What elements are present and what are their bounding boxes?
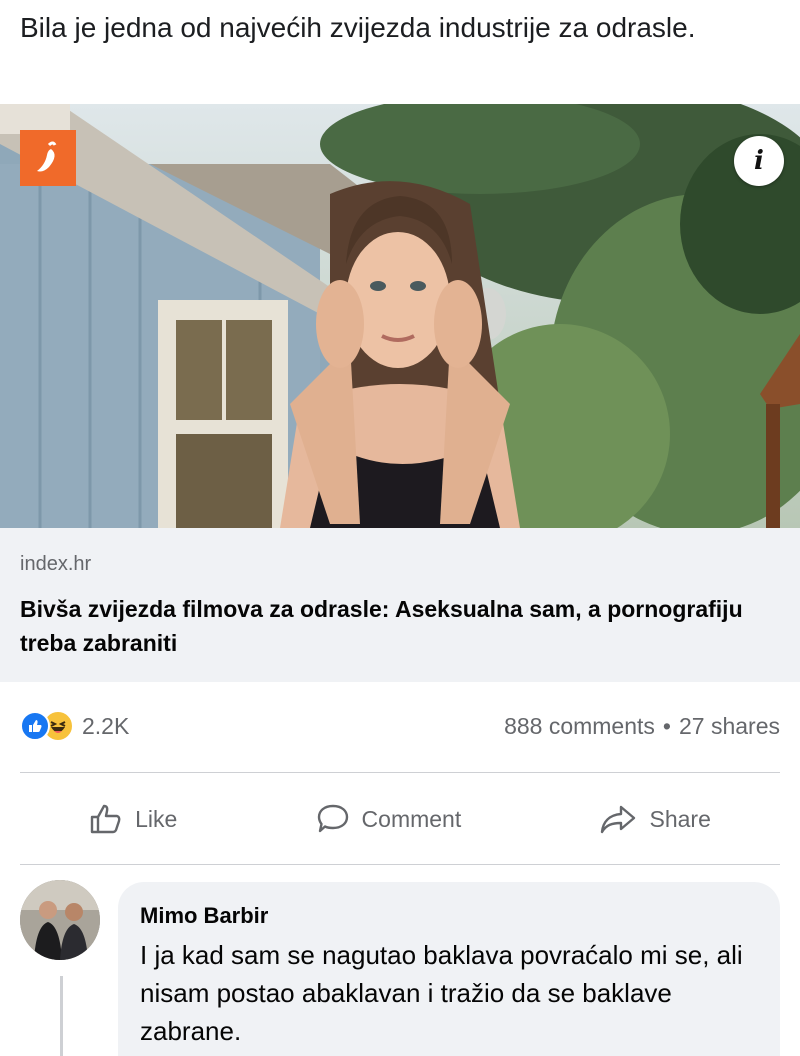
post-text: Bila je jedna od najvećih zvijezda indus…: [20, 12, 696, 43]
avatar[interactable]: [20, 880, 100, 960]
info-icon[interactable]: i: [734, 136, 784, 186]
shares-count[interactable]: 27 shares: [679, 713, 780, 740]
reaction-count: 2.2K: [82, 712, 130, 739]
like-label: Like: [135, 805, 178, 832]
link-preview-image[interactable]: i: [0, 104, 800, 528]
comment-author[interactable]: Mimo Barbir: [140, 902, 756, 930]
comments-count[interactable]: 888 comments: [504, 713, 655, 740]
divider: [20, 864, 780, 865]
chili-pepper-icon: [20, 130, 76, 186]
post-stats: 2.2K 888 comments • 27 shares: [20, 704, 780, 748]
share-arrow-icon: [601, 805, 636, 834]
reactions-summary[interactable]: 2.2K: [20, 710, 129, 742]
thread-line: [60, 976, 63, 1056]
link-headline[interactable]: Bivša zvijezda filmova za odrasle: Aseks…: [20, 592, 780, 660]
link-domain: index.hr: [20, 553, 92, 575]
share-button[interactable]: Share: [599, 803, 711, 835]
stats-separator: •: [662, 712, 671, 739]
comment: Mimo Barbir I ja kad sam se nagutao bakl…: [20, 880, 780, 1056]
comment-text: I ja kad sam se nagutao baklava povraćal…: [140, 940, 743, 1046]
post-actions: Like Comment Share: [20, 786, 780, 852]
divider: [20, 772, 780, 773]
share-label: Share: [649, 805, 711, 832]
comment-button[interactable]: Comment: [316, 803, 462, 835]
comment-bubble[interactable]: Mimo Barbir I ja kad sam se nagutao bakl…: [118, 882, 780, 1056]
photo-illustration: [0, 104, 800, 528]
thumbs-up-icon: [90, 804, 121, 834]
link-preview-meta[interactable]: index.hr Bivša zvijezda filmova za odras…: [0, 528, 800, 682]
comment-label: Comment: [361, 805, 462, 832]
speech-bubble-icon: [317, 804, 348, 833]
like-button[interactable]: Like: [89, 803, 177, 835]
like-reaction-icon: [20, 711, 50, 741]
